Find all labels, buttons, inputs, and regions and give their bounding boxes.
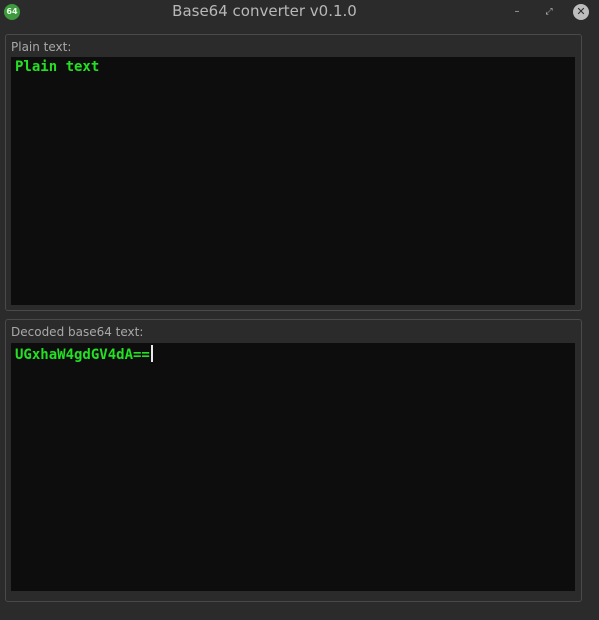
- decoded-text-value: UGxhaW4gdGV4dA==: [15, 347, 150, 363]
- text-cursor: [150, 345, 153, 362]
- app-window: 64 Base64 converter v0.1.0 – ⤢ ✕ Plain t…: [0, 0, 599, 620]
- plain-text-group: Plain text: Plain text: [5, 34, 582, 311]
- plain-text-label: Plain text:: [11, 40, 72, 54]
- plain-text-value: Plain text: [15, 59, 100, 75]
- window-title: Base64 converter v0.1.0: [172, 2, 357, 20]
- plain-text-input[interactable]: Plain text: [11, 57, 575, 305]
- decoded-text-input[interactable]: UGxhaW4gdGV4dA==: [11, 343, 575, 591]
- title-bar[interactable]: 64 Base64 converter v0.1.0 – ⤢ ✕: [0, 0, 599, 25]
- minimize-button[interactable]: –: [509, 4, 525, 20]
- decoded-text-group: Decoded base64 text: UGxhaW4gdGV4dA==: [5, 319, 582, 602]
- maximize-button[interactable]: ⤢: [541, 4, 557, 20]
- decoded-text-label: Decoded base64 text:: [11, 325, 144, 339]
- close-button[interactable]: ✕: [573, 4, 589, 20]
